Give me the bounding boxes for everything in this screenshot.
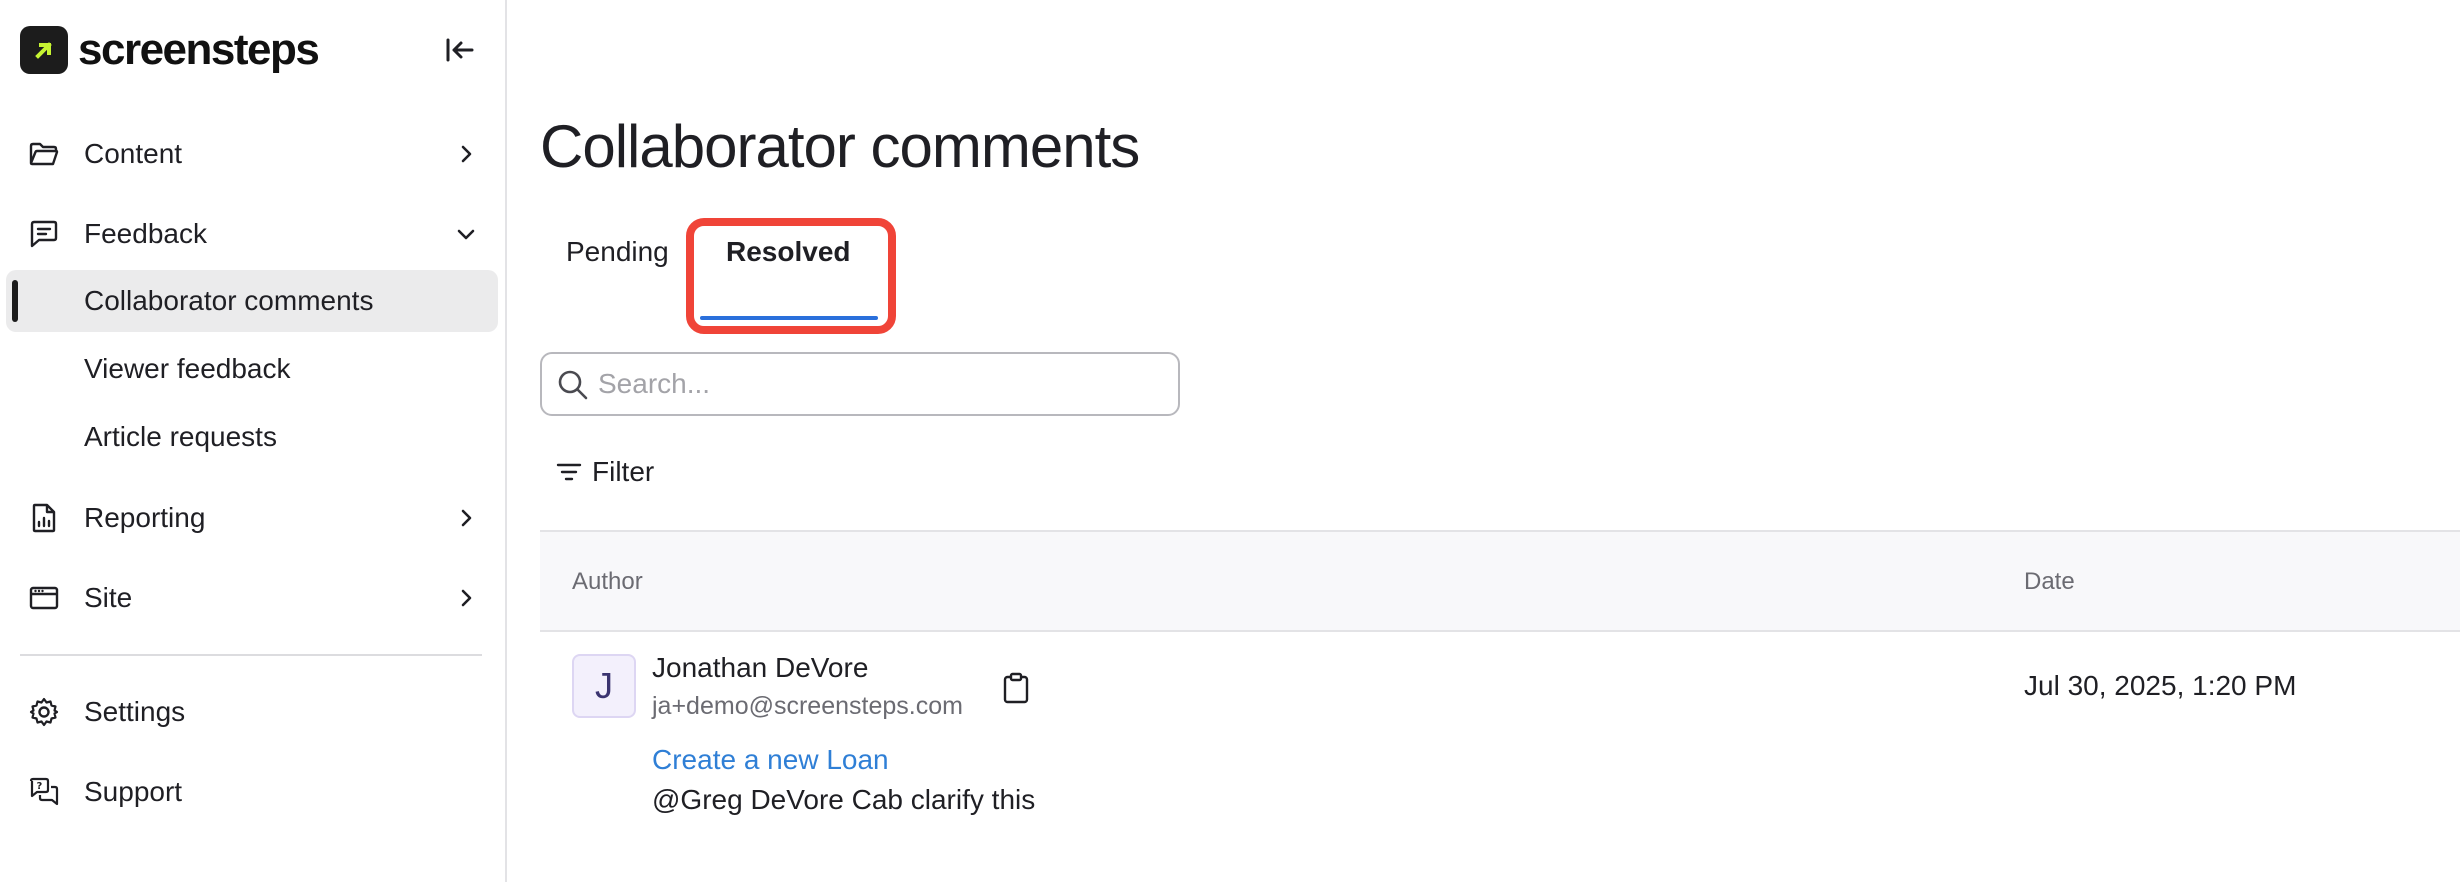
help-chat-icon: ? [26,774,62,810]
comment-date: Jul 30, 2025, 1:20 PM [2024,670,2297,701]
search-input[interactable] [598,364,1158,404]
sidebar-subitem-article-requests[interactable]: Article requests [6,406,498,468]
avatar: J [572,654,636,718]
page-title: Collaborator comments [540,113,1140,180]
filter-label: Filter [592,456,655,487]
browser-window-icon [26,580,62,616]
filter-button[interactable]: Filter [556,452,654,492]
collapse-left-icon [446,38,474,62]
sidebar-item-label: Reporting [84,502,206,533]
report-file-icon [26,500,62,536]
folder-icon [26,136,62,172]
sidebar-subitem-label: Article requests [84,421,277,452]
logo-arrow-icon [20,26,68,74]
message-square-icon [26,216,62,252]
column-header-date[interactable]: Date [2024,568,2075,596]
chevron-down-icon [448,216,484,252]
filter-icon [556,463,582,481]
sidebar-item-reporting[interactable]: Reporting [0,483,500,553]
sidebar: screensteps Content Feedback Collaborato… [0,0,507,882]
annotation-highlight-box [686,218,896,334]
sidebar-subitem-label: Collaborator comments [84,285,374,316]
author-email: ja+demo@screensteps.com [652,692,963,720]
search-icon [558,370,588,400]
gear-icon [26,694,62,730]
sidebar-item-support[interactable]: ? Support [0,757,500,827]
column-header-author[interactable]: Author [572,568,643,596]
table-header: Author Date [540,530,2460,632]
author-name: Jonathan DeVore [652,652,869,683]
svg-text:?: ? [37,781,43,792]
chevron-right-icon [448,500,484,536]
sidebar-item-label: Content [84,138,183,169]
chevron-right-icon [448,580,484,616]
chevron-right-icon [448,136,484,172]
sidebar-item-settings[interactable]: Settings [0,677,500,747]
sidebar-item-site[interactable]: Site [0,563,500,633]
tab-pending[interactable]: Pending [566,236,669,268]
brand-name: screensteps [78,25,320,74]
sidebar-divider [20,654,482,656]
sidebar-item-content[interactable]: Content [0,119,500,189]
sidebar-item-label: Site [84,582,133,613]
collapse-sidebar-button[interactable] [440,30,480,70]
copy-email-button[interactable] [998,670,1034,706]
sidebar-item-feedback[interactable]: Feedback [0,199,500,269]
sidebar-subitem-collaborator-comments[interactable]: Collaborator comments [6,270,498,332]
comment-text: @Greg DeVore Cab clarify this [652,784,1036,815]
active-indicator [12,280,18,322]
logo[interactable]: screensteps [20,22,320,78]
article-link[interactable]: Create a new Loan [652,744,889,776]
sidebar-subitem-viewer-feedback[interactable]: Viewer feedback [6,338,498,400]
search-box [540,352,1180,416]
sidebar-item-label: Feedback [84,218,207,249]
sidebar-subitem-label: Viewer feedback [84,353,291,384]
sidebar-item-label: Settings [84,696,186,727]
clipboard-icon [1003,672,1029,704]
sidebar-item-label: Support [84,776,183,807]
